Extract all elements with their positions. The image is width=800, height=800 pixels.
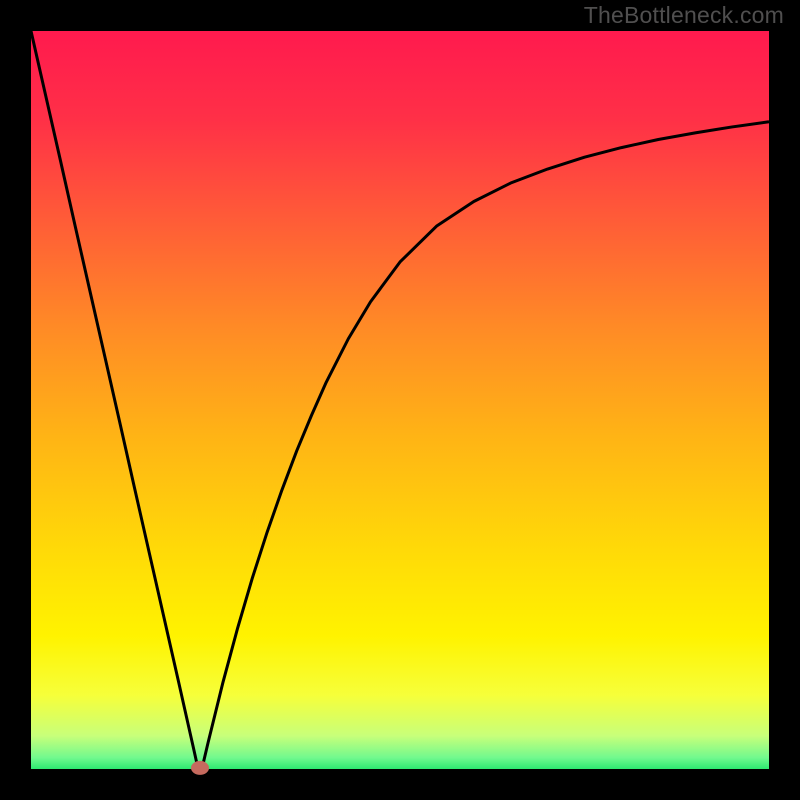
watermark-label: TheBottleneck.com (584, 2, 784, 29)
optimal-point-marker (191, 761, 209, 775)
plot-background (31, 31, 769, 769)
bottleneck-chart: TheBottleneck.com (0, 0, 800, 800)
chart-svg (0, 0, 800, 800)
